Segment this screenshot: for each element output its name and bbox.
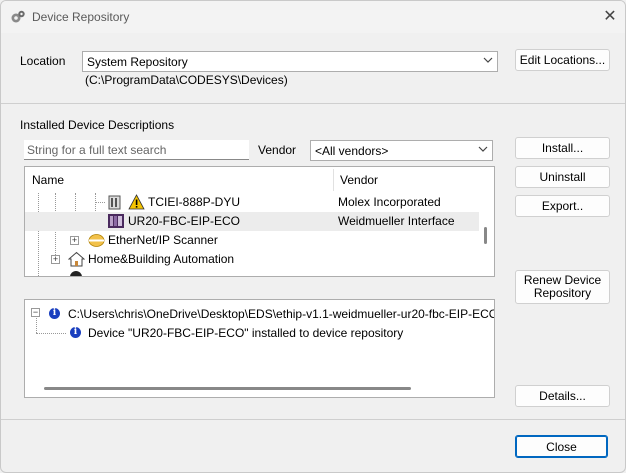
footer-divider: [1, 419, 625, 420]
tree-header: Name Vendor: [25, 167, 494, 193]
chevron-down-icon: [483, 57, 493, 63]
repository-app-icon: [11, 10, 25, 23]
tree-guide-line: [36, 333, 66, 334]
install-log[interactable]: − i C:\Users\chris\OneDrive\Desktop\EDS\…: [24, 299, 495, 398]
log-path-line: C:\Users\chris\OneDrive\Desktop\EDS\ethi…: [68, 307, 495, 321]
collapse-toggle[interactable]: −: [31, 308, 40, 317]
device-tree[interactable]: Name Vendor TCIEI-888P-DYU Molex Incorpo…: [24, 166, 495, 277]
info-icon: i: [70, 327, 81, 338]
vendor-select-value: <All vendors>: [315, 144, 389, 158]
export-button[interactable]: Export..: [515, 195, 610, 217]
installed-section-label: Installed Device Descriptions: [20, 118, 175, 132]
log-horizontal-scrollbar[interactable]: [44, 387, 411, 390]
device-name: Home&Building Automation: [88, 252, 235, 266]
device-module-icon: [108, 214, 124, 228]
details-button[interactable]: Details...: [515, 385, 610, 407]
home-icon: [68, 251, 85, 267]
close-button[interactable]: Close: [515, 435, 608, 458]
column-header-name[interactable]: Name: [32, 173, 64, 187]
location-path: (C:\ProgramData\CODESYS\Devices): [85, 73, 288, 87]
device-repository-dialog: Device Repository ✕ Location System Repo…: [0, 0, 626, 473]
vendor-label: Vendor: [258, 143, 297, 157]
column-header-vendor[interactable]: Vendor: [340, 173, 378, 187]
edit-locations-button[interactable]: Edit Locations...: [515, 49, 610, 71]
location-label: Location: [20, 54, 66, 68]
column-separator[interactable]: [333, 169, 334, 191]
device-name: EtherNet/IP Scanner: [108, 233, 218, 247]
renew-device-repository-button[interactable]: Renew Device Repository: [515, 270, 610, 304]
install-button[interactable]: Install...: [515, 137, 610, 159]
warning-icon: [128, 194, 145, 210]
expand-toggle[interactable]: +: [51, 255, 60, 264]
tree-guide-line: [36, 318, 37, 333]
partial-row-icon: [70, 271, 82, 276]
full-text-search-input[interactable]: [24, 140, 249, 160]
device-icon: [108, 195, 121, 210]
tree-row[interactable]: + EtherNet/IP Scanner: [25, 231, 479, 250]
tree-vertical-scrollbar[interactable]: [484, 227, 487, 244]
location-select-value: System Repository: [87, 55, 188, 69]
ethernet-ip-icon: [88, 234, 105, 247]
device-name: UR20-FBC-EIP-ECO: [128, 214, 241, 228]
chevron-down-icon: [478, 146, 488, 152]
window-title: Device Repository: [32, 10, 130, 24]
expand-toggle[interactable]: +: [70, 236, 79, 245]
section-divider: [1, 103, 625, 104]
title-bar: Device Repository ✕: [1, 1, 625, 33]
tree-row[interactable]: TCIEI-888P-DYU Molex Incorporated: [25, 193, 479, 212]
location-select[interactable]: System Repository: [82, 51, 498, 72]
vendor-select[interactable]: <All vendors>: [310, 140, 493, 161]
tree-row-selected[interactable]: UR20-FBC-EIP-ECO Weidmueller Interface: [25, 212, 479, 231]
uninstall-button[interactable]: Uninstall: [515, 166, 610, 188]
log-message-line: Device "UR20-FBC-EIP-ECO" installed to d…: [88, 326, 404, 340]
tree-row[interactable]: + Home&Building Automation: [25, 250, 479, 269]
close-window-icon[interactable]: ✕: [600, 7, 620, 27]
device-vendor: Weidmueller Interface: [338, 214, 455, 228]
device-name: TCIEI-888P-DYU: [148, 195, 241, 209]
device-vendor: Molex Incorporated: [338, 195, 441, 209]
info-icon: i: [49, 308, 60, 319]
